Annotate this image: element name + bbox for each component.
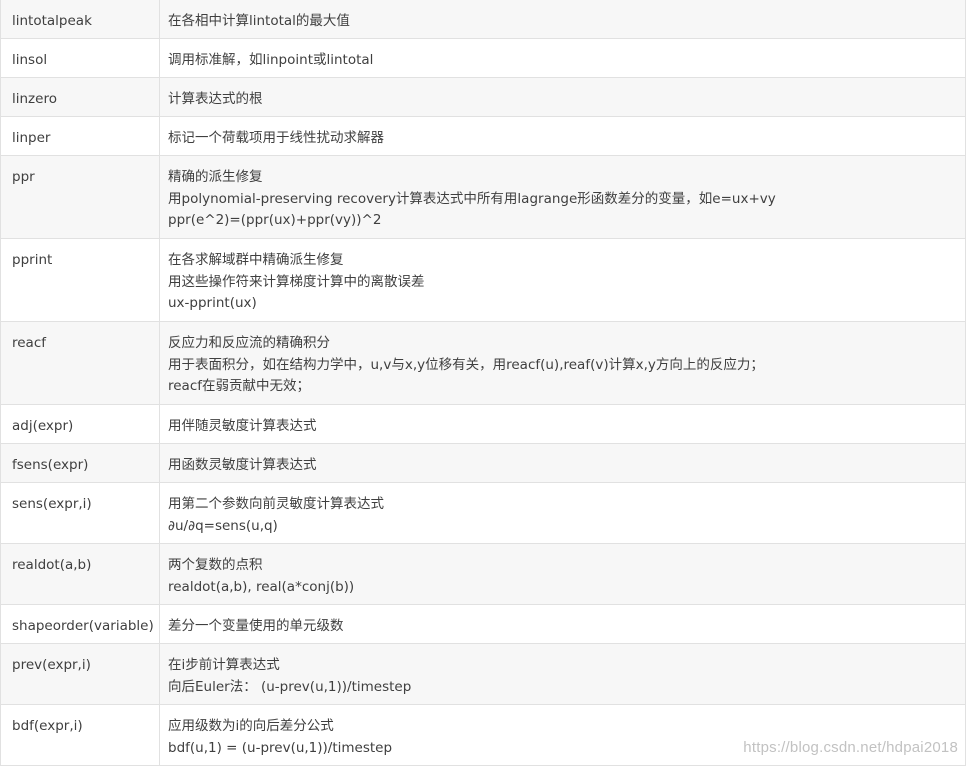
description-cell: 应用级数为i的向后差分公式 bdf(u,1) = (u-prev(u,1))/t… xyxy=(159,704,966,766)
function-name-cell: pprint xyxy=(0,238,160,322)
table-row: linper 标记一个荷载项用于线性扰动求解器 xyxy=(0,116,966,156)
function-name-cell: reacf xyxy=(0,321,160,405)
description-cell: 两个复数的点积 realdot(a,b), real(a*conj(b)) xyxy=(159,543,966,605)
description-cell: 标记一个荷载项用于线性扰动求解器 xyxy=(159,116,966,156)
description-cell: 在各求解域群中精确派生修复 用这些操作符来计算梯度计算中的离散误差 ux-ppr… xyxy=(159,238,966,322)
function-name-cell: linzero xyxy=(0,77,160,117)
description-line: 向后Euler法： (u-prev(u,1))/timestep xyxy=(168,678,412,695)
description-line: 两个复数的点积 xyxy=(168,557,263,573)
description-line: 用于表面积分，如在结构力学中，u,v与x,y位移有关，用reacf(u),rea… xyxy=(168,356,764,373)
description-line: 用polynomial-preserving recovery计算表达式中所有用… xyxy=(168,190,776,207)
table-row: linzero 计算表达式的根 xyxy=(0,77,966,117)
function-name-cell: linsol xyxy=(0,38,160,78)
function-name-cell: sens(expr,i) xyxy=(0,482,160,544)
description-line: 精确的派生修复 xyxy=(168,169,263,185)
function-name-cell: realdot(a,b) xyxy=(0,543,160,605)
description-line: 在各求解域群中精确派生修复 xyxy=(168,252,344,268)
description-line: 用第二个参数向前灵敏度计算表达式 xyxy=(168,496,384,512)
watermark: https://blog.csdn.net/hdpai2018 xyxy=(743,739,958,756)
description-line: 用函数灵敏度计算表达式 xyxy=(168,457,317,473)
function-name-cell: linper xyxy=(0,116,160,156)
table-row: bdf(expr,i) 应用级数为i的向后差分公式 bdf(u,1) = (u-… xyxy=(0,704,966,766)
table-row: reacf 反应力和反应流的精确积分 用于表面积分，如在结构力学中，u,v与x,… xyxy=(0,321,966,405)
description-line: ∂u/∂q=sens(u,q) xyxy=(168,517,278,534)
description-cell: 用第二个参数向前灵敏度计算表达式 ∂u/∂q=sens(u,q) xyxy=(159,482,966,544)
description-cell: 差分一个变量使用的单元级数 xyxy=(159,604,966,644)
description-line: realdot(a,b), real(a*conj(b)) xyxy=(168,578,355,595)
function-name-cell: fsens(expr) xyxy=(0,443,160,483)
description-line: 用这些操作符来计算梯度计算中的离散误差 xyxy=(168,273,425,290)
description-line: 用伴随灵敏度计算表达式 xyxy=(168,418,317,434)
description-cell: 计算表达式的根 xyxy=(159,77,966,117)
function-name-cell: lintotalpeak xyxy=(0,0,160,39)
description-line: reacf在弱贡献中无效； xyxy=(168,378,311,394)
function-name-cell: prev(expr,i) xyxy=(0,643,160,705)
description-cell: 在各相中计算lintotal的最大值 xyxy=(159,0,966,39)
function-name-cell: adj(expr) xyxy=(0,404,160,444)
description-line: 标记一个荷载项用于线性扰动求解器 xyxy=(168,130,384,146)
description-line: 反应力和反应流的精确积分 xyxy=(168,335,330,351)
table-row: sens(expr,i) 用第二个参数向前灵敏度计算表达式 ∂u/∂q=sens… xyxy=(0,482,966,544)
description-cell: 在i步前计算表达式 向后Euler法： (u-prev(u,1))/timest… xyxy=(159,643,966,705)
table-row: realdot(a,b) 两个复数的点积 realdot(a,b), real(… xyxy=(0,543,966,605)
table-row: fsens(expr) 用函数灵敏度计算表达式 xyxy=(0,443,966,483)
description-line: 差分一个变量使用的单元级数 xyxy=(168,618,344,634)
description-line: 在i步前计算表达式 xyxy=(168,657,280,673)
table-row: adj(expr) 用伴随灵敏度计算表达式 xyxy=(0,404,966,444)
description-line: ppr(e^2)=(ppr(ux)+ppr(vy))^2 xyxy=(168,212,382,228)
function-table: lintotalpeak 在各相中计算lintotal的最大值 linsol 调… xyxy=(0,0,966,766)
table-row: pprint 在各求解域群中精确派生修复 用这些操作符来计算梯度计算中的离散误差… xyxy=(0,238,966,322)
description-cell: 精确的派生修复 用polynomial-preserving recovery计… xyxy=(159,155,966,239)
description-line: 应用级数为i的向后差分公式 xyxy=(168,718,334,734)
description-line: 在各相中计算lintotal的最大值 xyxy=(168,13,350,29)
table-row: shapeorder(variable) 差分一个变量使用的单元级数 xyxy=(0,604,966,644)
description-line: ux-pprint(ux) xyxy=(168,295,257,311)
function-name-cell: ppr xyxy=(0,155,160,239)
description-line: 计算表达式的根 xyxy=(168,91,263,107)
description-cell: 用函数灵敏度计算表达式 xyxy=(159,443,966,483)
description-cell: 用伴随灵敏度计算表达式 xyxy=(159,404,966,444)
function-table-body: lintotalpeak 在各相中计算lintotal的最大值 linsol 调… xyxy=(0,0,966,766)
description-cell: 反应力和反应流的精确积分 用于表面积分，如在结构力学中，u,v与x,y位移有关，… xyxy=(159,321,966,405)
table-row: prev(expr,i) 在i步前计算表达式 向后Euler法： (u-prev… xyxy=(0,643,966,705)
table-row: linsol 调用标准解，如linpoint或lintotal xyxy=(0,38,966,78)
table-row: lintotalpeak 在各相中计算lintotal的最大值 xyxy=(0,0,966,39)
description-line: 调用标准解，如linpoint或lintotal xyxy=(168,52,374,68)
function-name-cell: shapeorder(variable) xyxy=(0,604,160,644)
description-cell: 调用标准解，如linpoint或lintotal xyxy=(159,38,966,78)
table-row: ppr 精确的派生修复 用polynomial-preserving recov… xyxy=(0,155,966,239)
function-name-cell: bdf(expr,i) xyxy=(0,704,160,766)
